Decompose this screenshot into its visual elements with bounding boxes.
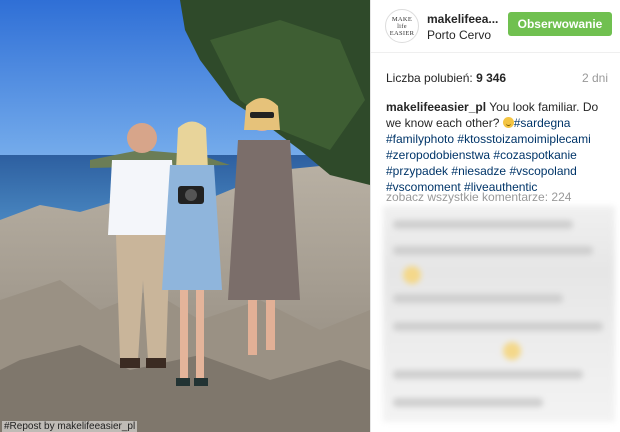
blurred-line bbox=[393, 322, 603, 331]
hashtag-link[interactable]: #sardegna bbox=[514, 116, 571, 130]
post-photo-image bbox=[0, 0, 370, 432]
likes-count[interactable]: Liczba polubień: 9 346 bbox=[386, 71, 506, 85]
likes-label: Liczba polubień: bbox=[386, 71, 473, 85]
post-caption: makelifeeasier_pl You look familiar. Do … bbox=[386, 99, 611, 195]
blurred-line bbox=[393, 246, 593, 255]
blurred-line bbox=[393, 220, 573, 229]
hashtag-link[interactable]: #przypadek bbox=[386, 164, 448, 178]
view-all-comments-link[interactable]: zobacz wszystkie komentarze: 224 bbox=[386, 190, 571, 204]
post-header: MAKE life EASIER makelifeea... Porto Cer… bbox=[371, 0, 620, 53]
hashtag-link[interactable]: #zeropodobienstwa bbox=[386, 148, 490, 162]
blurred-comments bbox=[383, 206, 615, 422]
post-sidebar: MAKE life EASIER makelifeea... Porto Cer… bbox=[370, 0, 620, 432]
likes-value: 9 346 bbox=[476, 71, 507, 85]
hashtag-link[interactable]: #ktosstoizamoimiplecami bbox=[457, 132, 590, 146]
hashtag-link[interactable]: #familyphoto bbox=[386, 132, 454, 146]
username-link[interactable]: makelifeea... bbox=[427, 12, 498, 26]
post-time[interactable]: 2 dni bbox=[582, 71, 608, 85]
location-link[interactable]: Porto Cervo bbox=[427, 28, 491, 42]
avatar-text-1: MAKE bbox=[391, 15, 413, 23]
hashtag-link[interactable]: #vscopoland bbox=[509, 164, 576, 178]
blurred-emoji bbox=[503, 342, 521, 360]
blurred-line bbox=[393, 398, 543, 407]
blurred-line bbox=[393, 294, 563, 303]
hashtag-link[interactable]: #niesadze bbox=[451, 164, 506, 178]
avatar[interactable]: MAKE life EASIER bbox=[385, 9, 419, 43]
smiling-face-icon bbox=[502, 117, 514, 128]
caption-username[interactable]: makelifeeasier_pl bbox=[386, 100, 486, 114]
photo-credit: #Repost by makelifeeasier_pl bbox=[2, 421, 138, 432]
blurred-line bbox=[393, 370, 583, 379]
avatar-text-2: life bbox=[397, 22, 407, 30]
blurred-emoji bbox=[403, 266, 421, 284]
following-button[interactable]: Obserwowanie bbox=[508, 12, 612, 36]
avatar-text-3: EASIER bbox=[389, 29, 415, 37]
post-photo[interactable]: #Repost by makelifeeasier_pl bbox=[0, 0, 370, 432]
hashtag-link[interactable]: #cozaspotkanie bbox=[493, 148, 576, 162]
